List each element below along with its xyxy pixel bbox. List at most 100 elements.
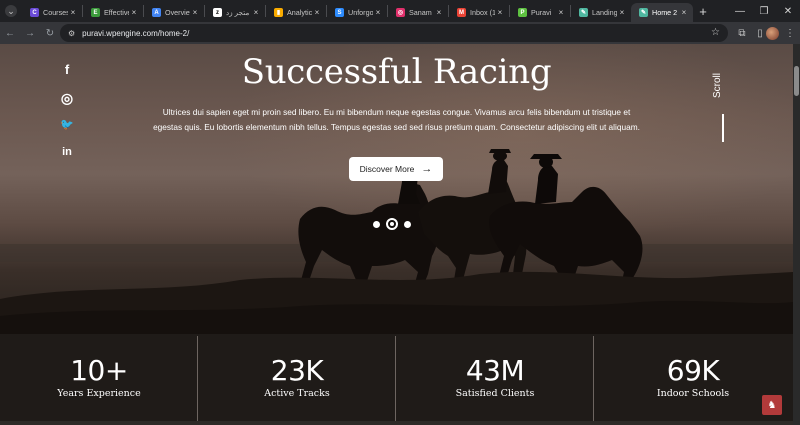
tab-search-button[interactable]: ⌄ <box>0 0 22 22</box>
page-scrollbar[interactable] <box>793 44 800 425</box>
tab-favicon-icon: ▮ <box>274 8 283 17</box>
slider-pagination <box>373 218 411 230</box>
tab-title: Courses <box>43 8 68 17</box>
stat-divider <box>593 336 594 423</box>
web-page: Successful Racing Ultrices dui sapien eg… <box>0 44 793 425</box>
tab[interactable]: E Effective × <box>83 3 143 22</box>
tab-strip: ⌄ CCourses×EEffective×AOverview×zمتجر زد… <box>0 0 800 22</box>
chess-knight-icon: ♞ <box>767 399 777 411</box>
stat-value: 10+ <box>70 354 128 387</box>
hero-title: Successful Racing <box>241 52 552 92</box>
address-bar[interactable]: ⚙ puravi.wpengine.com/home-2/ ☆ <box>60 24 728 42</box>
scroll-line <box>722 114 724 142</box>
tab-title: متجر زد <box>226 8 250 17</box>
tab-title: Overview <box>165 8 190 17</box>
discover-more-label: Discover More <box>359 164 415 174</box>
twitter-icon[interactable]: 🐦 <box>60 118 74 131</box>
tab-active[interactable]: ✎ Home 2 × <box>631 3 693 22</box>
tab-favicon-icon: M <box>457 8 466 17</box>
stat-value: 23K <box>270 354 324 387</box>
tab-title: Puravi <box>531 8 552 17</box>
stat-divider <box>197 336 198 423</box>
page-bottom-strip <box>0 421 793 425</box>
instagram-icon[interactable]: ◎ <box>60 90 74 107</box>
arrow-right-icon: → <box>421 163 433 175</box>
minimize-button[interactable]: — <box>728 0 752 22</box>
tab-close-icon[interactable]: × <box>679 8 689 17</box>
close-window-button[interactable]: ✕ <box>776 0 800 22</box>
tab-close-icon[interactable]: × <box>373 8 383 17</box>
tab-close-icon[interactable]: × <box>495 8 505 17</box>
tab-favicon-icon: S <box>335 8 344 17</box>
tab-favicon-icon: C <box>30 8 39 17</box>
scroll-label: Scroll <box>712 72 723 98</box>
tab-favicon-icon: ✎ <box>639 8 648 17</box>
tab-close-icon[interactable]: × <box>190 8 200 17</box>
stats-section: 10+ Years Experience 23K Active Tracks 43M Sa… <box>0 334 793 425</box>
chevron-down-icon: ⌄ <box>5 5 17 17</box>
tab-close-icon[interactable]: × <box>617 8 627 17</box>
stat-label: Active Tracks <box>264 388 330 399</box>
profile-avatar[interactable] <box>762 22 782 44</box>
tab-title: Unforgo <box>348 8 373 17</box>
reload-button[interactable]: ↻ <box>40 22 60 44</box>
linkedin-icon[interactable]: in <box>60 146 74 158</box>
tab-close-icon[interactable]: × <box>129 8 139 17</box>
tab-list: CCourses×EEffective×AOverview×zمتجر زد×▮… <box>22 0 693 22</box>
tab-close-icon[interactable]: × <box>556 8 566 17</box>
tab[interactable]: z متجر زد × <box>205 3 265 22</box>
scroll-indicator[interactable]: Scroll <box>712 73 736 144</box>
tab[interactable]: M Inbox (1 × <box>449 3 509 22</box>
tab[interactable]: C Courses × <box>22 3 82 22</box>
stat-item: 43M Satisfied Clients <box>396 334 594 425</box>
tab-favicon-icon: E <box>91 8 100 17</box>
tab[interactable]: ✎ Landing × <box>571 3 631 22</box>
tab-favicon-icon: ✎ <box>579 8 588 17</box>
forward-button[interactable]: → <box>20 22 40 44</box>
tab[interactable]: P Puravi × <box>510 3 570 22</box>
tab-close-icon[interactable]: × <box>251 8 261 17</box>
hero-description: Ultrices dui sapien eget mi proin sed li… <box>153 107 640 132</box>
avatar <box>765 26 779 40</box>
tab-favicon-icon: ◎ <box>396 8 405 17</box>
tab-title: Effective <box>104 8 129 17</box>
tab-close-icon[interactable]: × <box>434 8 444 17</box>
browser-menu-icon[interactable]: ⋮ <box>780 22 800 44</box>
stat-divider <box>395 336 396 423</box>
stat-label: Satisfied Clients <box>455 388 535 399</box>
tab-title: Analytic <box>287 8 312 17</box>
tab[interactable]: ◎ Sanam × <box>388 3 448 22</box>
tab-favicon-icon: P <box>518 8 527 17</box>
tab-favicon-icon: z <box>213 8 222 17</box>
stat-item: 10+ Years Experience <box>0 334 198 425</box>
tab-title: Inbox (1 <box>470 8 495 17</box>
tab[interactable]: A Overview× <box>144 3 204 22</box>
hero-section: Successful Racing Ultrices dui sapien eg… <box>0 44 793 334</box>
tab-title: Home 2 <box>652 8 678 17</box>
site-info-icon[interactable]: ⚙ <box>68 29 75 38</box>
url-text: puravi.wpengine.com/home-2/ <box>82 28 190 38</box>
discover-more-button[interactable]: Discover More → <box>349 157 443 181</box>
tab-favicon-icon: A <box>152 8 161 17</box>
extensions-icon[interactable]: ⧉ <box>732 22 752 44</box>
slider-dot-2-active[interactable] <box>386 218 398 230</box>
tab-title: Landing <box>592 8 617 17</box>
stat-label: Years Experience <box>57 388 141 399</box>
new-tab-button[interactable]: + <box>693 4 713 19</box>
tab-close-icon[interactable]: × <box>312 8 322 17</box>
tab-close-icon[interactable]: × <box>68 8 78 17</box>
maximize-button[interactable]: ❐ <box>752 0 776 22</box>
stat-item: 23K Active Tracks <box>198 334 396 425</box>
tab[interactable]: ▮ Analytic × <box>266 3 326 22</box>
stat-value: 43M <box>465 354 525 387</box>
slider-dot-1[interactable] <box>373 220 380 228</box>
facebook-icon[interactable]: f <box>60 62 74 77</box>
back-button[interactable]: ← <box>0 22 20 44</box>
tab[interactable]: S Unforgo × <box>327 3 387 22</box>
scrollbar-thumb[interactable] <box>794 66 799 96</box>
back-to-top-button[interactable]: ♞ <box>762 395 782 415</box>
stat-value: 69K <box>666 354 720 387</box>
bookmark-star-icon[interactable]: ☆ <box>711 27 720 38</box>
tab-title: Sanam <box>409 8 432 17</box>
slider-dot-3[interactable] <box>404 220 411 228</box>
